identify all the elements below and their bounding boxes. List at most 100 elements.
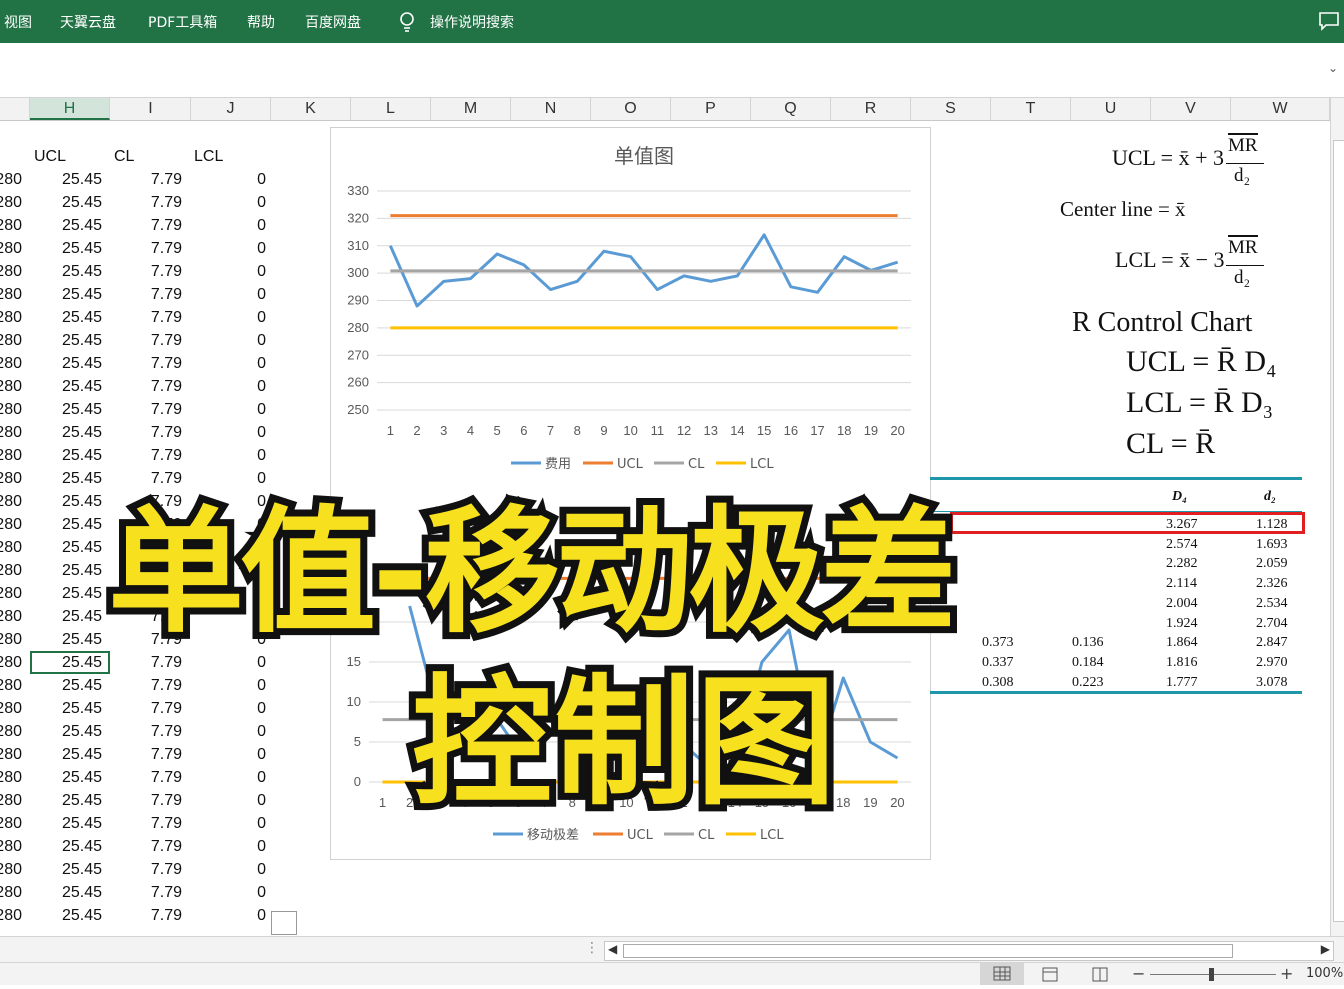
cell-g[interactable]: 280	[0, 470, 22, 488]
cell-cl[interactable]: 7.79	[110, 378, 182, 396]
header-ucl[interactable]: UCL	[34, 148, 66, 166]
cell-cl[interactable]: 7.79	[110, 217, 182, 235]
scroll-right-icon[interactable]: ▶	[1321, 942, 1330, 956]
cell-g[interactable]: 280	[0, 815, 22, 833]
column-header-w[interactable]: W	[1231, 98, 1330, 120]
cell-ucl[interactable]: 25.45	[30, 631, 102, 649]
active-cell-border[interactable]	[30, 651, 110, 674]
column-header-partial[interactable]	[0, 98, 30, 120]
cell-g[interactable]: 280	[0, 217, 22, 235]
zoom-out-button[interactable]: −	[1132, 964, 1145, 983]
cell-g[interactable]: 280	[0, 585, 22, 603]
column-header-o[interactable]: O	[591, 98, 671, 120]
cell-ucl[interactable]: 25.45	[30, 585, 102, 603]
splitter-handle-icon[interactable]: ⋮	[585, 940, 599, 956]
scroll-left-icon[interactable]: ◀	[608, 942, 617, 956]
quick-analysis-icon[interactable]	[271, 911, 297, 935]
search-help-label[interactable]: 操作说明搜索	[430, 12, 514, 32]
cell-g[interactable]: 280	[0, 631, 22, 649]
cell-ucl[interactable]: 25.45	[30, 470, 102, 488]
cell-cl[interactable]: 7.79	[110, 792, 182, 810]
cell-g[interactable]: 280	[0, 378, 22, 396]
menu-pdf-tools[interactable]: PDF工具箱	[148, 12, 217, 32]
column-header-q[interactable]: Q	[751, 98, 831, 120]
cell-ucl[interactable]: 25.45	[30, 562, 102, 580]
cell-cl[interactable]: 7.79	[110, 401, 182, 419]
cell-g[interactable]: 280	[0, 424, 22, 442]
cell-lcl[interactable]: 0	[190, 309, 266, 327]
cell-lcl[interactable]: 0	[190, 401, 266, 419]
cell-g[interactable]: 280	[0, 723, 22, 741]
cell-ucl[interactable]: 25.45	[30, 516, 102, 534]
cell-lcl[interactable]: 0	[190, 861, 266, 879]
cell-lcl[interactable]: 0	[190, 907, 266, 925]
cell-cl[interactable]: 7.79	[110, 194, 182, 212]
normal-view-button[interactable]	[980, 963, 1024, 985]
cell-ucl[interactable]: 25.45	[30, 424, 102, 442]
zoom-level[interactable]: 100%	[1306, 966, 1343, 981]
cell-g[interactable]: 280	[0, 263, 22, 281]
cell-cl[interactable]: 7.79	[110, 815, 182, 833]
cell-lcl[interactable]: 0	[190, 194, 266, 212]
cell-ucl[interactable]: 25.45	[30, 815, 102, 833]
cell-ucl[interactable]: 25.45	[30, 309, 102, 327]
cell-g[interactable]: 280	[0, 677, 22, 695]
cell-ucl[interactable]: 25.45	[30, 401, 102, 419]
cell-lcl[interactable]: 0	[190, 884, 266, 902]
cell-g[interactable]: 280	[0, 332, 22, 350]
cell-cl[interactable]: 7.79	[110, 309, 182, 327]
column-header-h[interactable]: H	[30, 98, 110, 120]
menu-tianyi-cloud[interactable]: 天翼云盘	[60, 12, 116, 32]
cell-ucl[interactable]: 25.45	[30, 194, 102, 212]
zoom-in-button[interactable]: +	[1280, 964, 1293, 983]
cell-cl[interactable]: 7.79	[110, 263, 182, 281]
cell-g[interactable]: 280	[0, 286, 22, 304]
lightbulb-icon[interactable]	[398, 11, 416, 33]
cell-g[interactable]: 280	[0, 884, 22, 902]
column-header-v[interactable]: V	[1151, 98, 1231, 120]
column-header-l[interactable]: L	[351, 98, 431, 120]
cell-lcl[interactable]: 0	[190, 792, 266, 810]
cell-ucl[interactable]: 25.45	[30, 332, 102, 350]
cell-g[interactable]: 280	[0, 401, 22, 419]
cell-lcl[interactable]: 0	[190, 815, 266, 833]
cell-cl[interactable]: 7.79	[110, 355, 182, 373]
column-header-r[interactable]: R	[831, 98, 911, 120]
expand-formula-bar-icon[interactable]: ⌄	[1328, 61, 1338, 75]
cell-g[interactable]: 280	[0, 608, 22, 626]
cell-cl[interactable]: 7.79	[110, 723, 182, 741]
cell-lcl[interactable]: 0	[190, 217, 266, 235]
zoom-slider-thumb[interactable]	[1209, 968, 1214, 981]
comment-icon[interactable]	[1318, 11, 1340, 31]
cell-cl[interactable]: 7.79	[110, 769, 182, 787]
cell-lcl[interactable]: 0	[190, 263, 266, 281]
cell-g[interactable]: 280	[0, 700, 22, 718]
horizontal-scroll-thumb[interactable]	[623, 944, 1233, 958]
cell-ucl[interactable]: 25.45	[30, 861, 102, 879]
page-break-view-icon[interactable]	[1090, 965, 1110, 983]
cell-cl[interactable]: 7.79	[110, 332, 182, 350]
cell-ucl[interactable]: 25.45	[30, 700, 102, 718]
cell-lcl[interactable]: 0	[190, 286, 266, 304]
cell-ucl[interactable]: 25.45	[30, 746, 102, 764]
cell-cl[interactable]: 7.79	[110, 861, 182, 879]
column-header-t[interactable]: T	[991, 98, 1071, 120]
cell-g[interactable]: 280	[0, 355, 22, 373]
cell-g[interactable]: 280	[0, 171, 22, 189]
column-header-n[interactable]: N	[511, 98, 591, 120]
header-lcl[interactable]: LCL	[194, 148, 223, 166]
cell-ucl[interactable]: 25.45	[30, 378, 102, 396]
menu-view[interactable]: 视图	[4, 12, 32, 32]
cell-cl[interactable]: 7.79	[110, 838, 182, 856]
cell-g[interactable]: 280	[0, 769, 22, 787]
cell-lcl[interactable]: 0	[190, 171, 266, 189]
cell-cl[interactable]: 7.79	[110, 907, 182, 925]
cell-lcl[interactable]: 0	[190, 746, 266, 764]
cell-g[interactable]: 280	[0, 194, 22, 212]
cell-g[interactable]: 280	[0, 447, 22, 465]
page-layout-view-icon[interactable]	[1040, 965, 1060, 983]
cell-g[interactable]: 280	[0, 792, 22, 810]
column-header-s[interactable]: S	[911, 98, 991, 120]
cell-lcl[interactable]: 0	[190, 378, 266, 396]
cell-ucl[interactable]: 25.45	[30, 263, 102, 281]
